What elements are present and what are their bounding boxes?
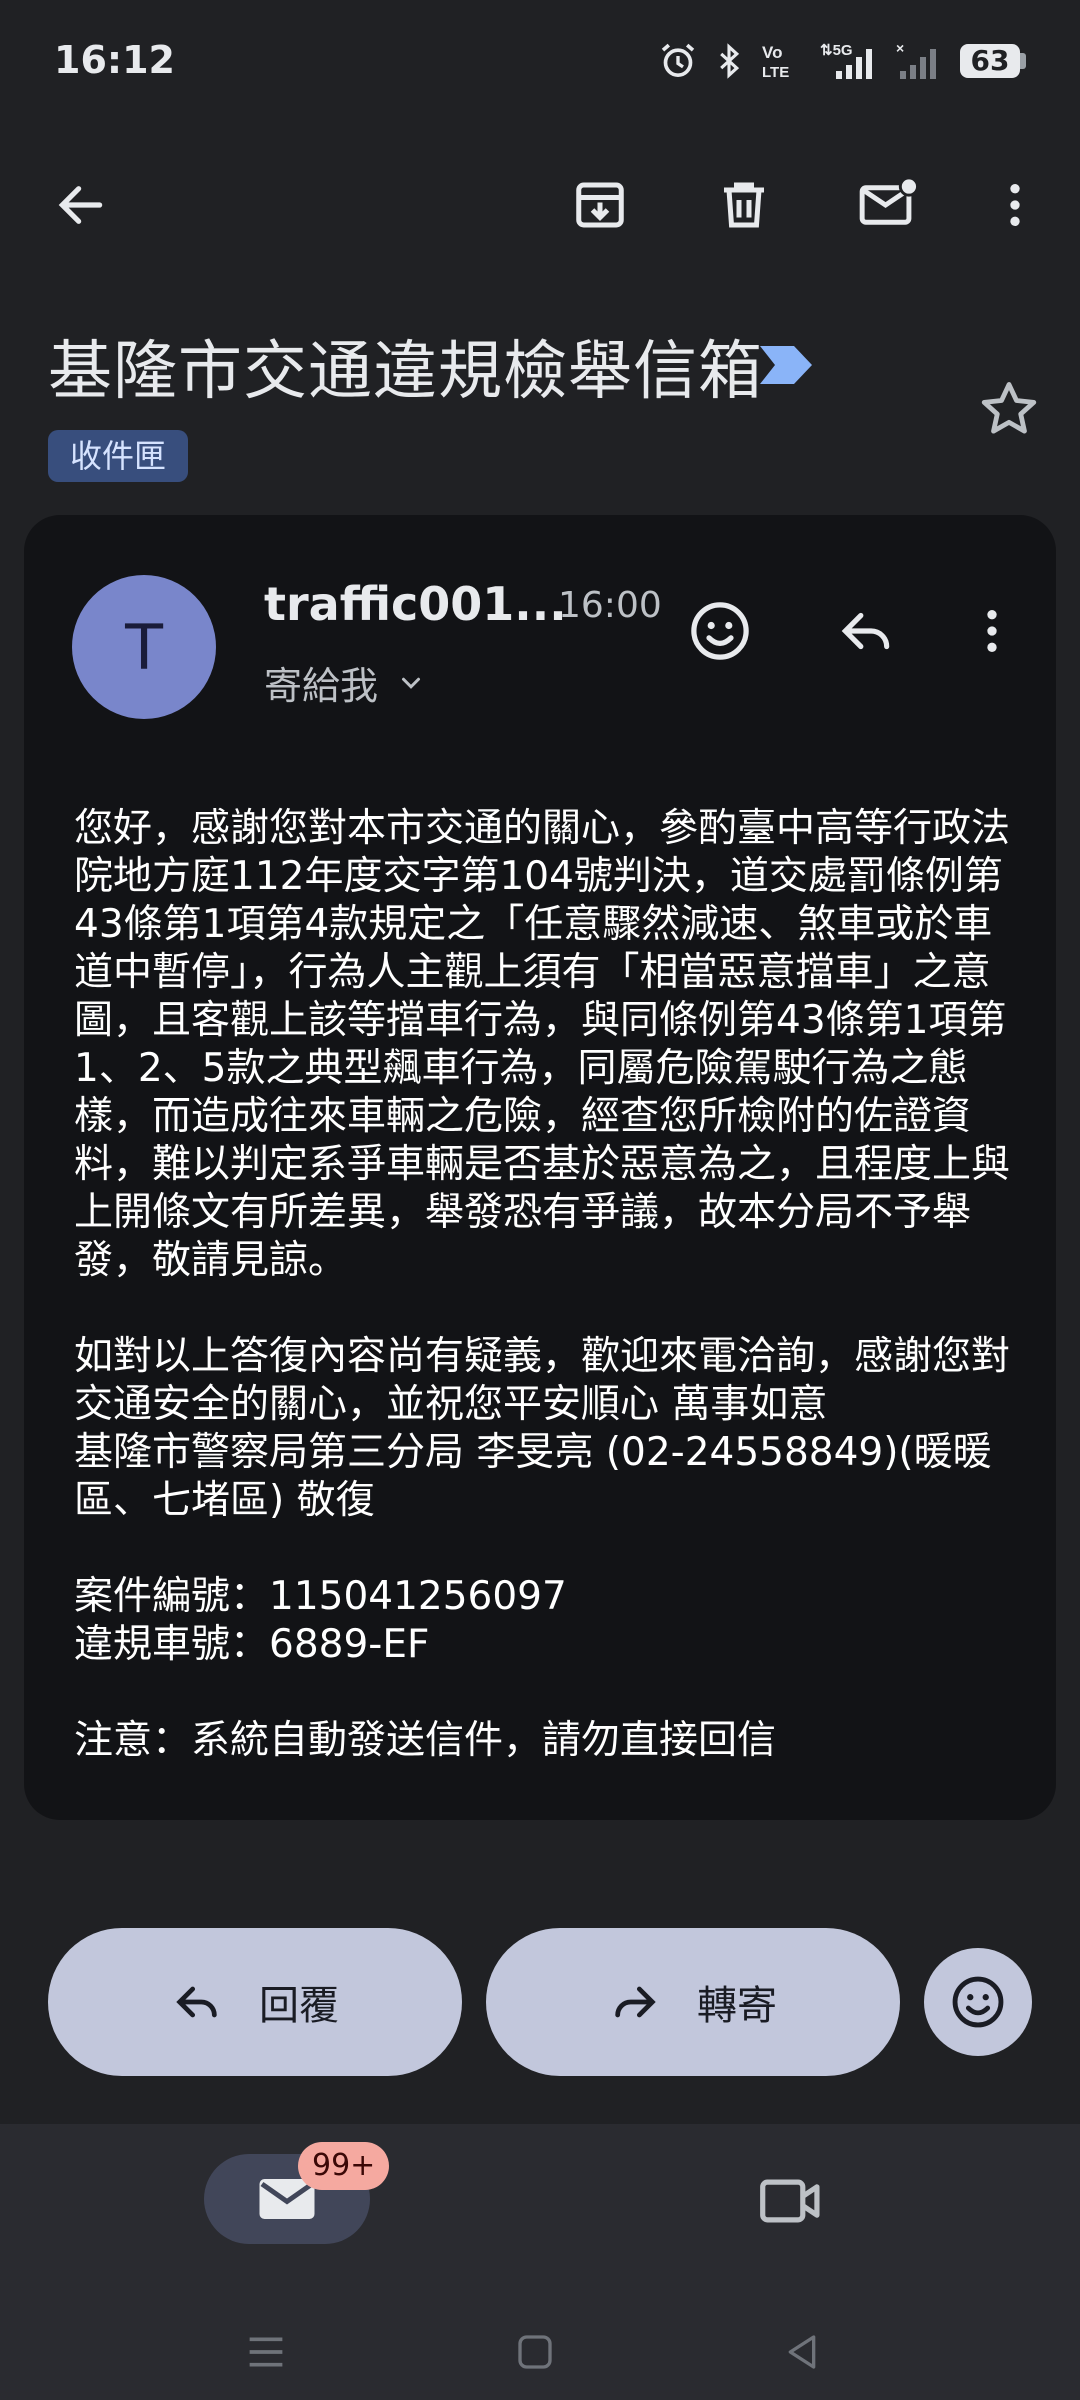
svg-text:LTE: LTE (762, 64, 789, 81)
add-reaction-button[interactable] (674, 585, 766, 677)
reply-label: 回覆 (259, 1983, 339, 2029)
mark-unread-icon (859, 176, 920, 225)
arrow-back-icon (58, 186, 103, 224)
system-home-button[interactable] (495, 2312, 575, 2392)
menu-lines-icon (249, 2337, 283, 2367)
signal-5g-icon: ⇅5G (820, 42, 872, 79)
mark-unread-button[interactable] (833, 150, 943, 260)
reply-icon (176, 1986, 217, 2018)
svg-text:⇅5G: ⇅5G (820, 42, 853, 59)
sender-name[interactable]: traffic001... (264, 577, 567, 631)
reply-button[interactable] (820, 585, 912, 677)
signal-icon: × (896, 41, 936, 79)
bottom-navigation: 99+ (0, 2124, 1080, 2400)
emoji-icon (952, 1976, 1004, 2028)
star-icon (981, 382, 1037, 434)
reply-action-button[interactable]: 回覆 (48, 1928, 462, 2076)
battery-level: 63 (970, 44, 1010, 77)
emoji-icon (691, 602, 749, 660)
square-icon (518, 2335, 552, 2369)
forward-action-button[interactable]: 轉寄 (486, 1928, 900, 2076)
message-card: T traffic001... 16:00 寄給我 您好，感謝您對本市交通的關心… (24, 515, 1056, 1820)
message-body: 您好，感謝您對本市交通的關心，參酌臺中高等行政法院地方庭112年度交字第104號… (74, 805, 1024, 1765)
unread-count-badge: 99+ (298, 2142, 390, 2190)
status-time: 16:12 (54, 38, 175, 82)
system-recents-button[interactable] (226, 2312, 306, 2392)
delete-icon (724, 182, 764, 228)
status-bar: 16:12 Vo LTE ⇅5G × 63 (0, 0, 1080, 124)
emoji-reaction-button[interactable] (924, 1948, 1032, 2056)
archive-button[interactable] (545, 150, 655, 260)
forward-icon (615, 1986, 656, 2018)
more-options-button[interactable] (960, 150, 1070, 260)
status-icons: Vo LTE ⇅5G × 63 (658, 38, 1026, 84)
avatar[interactable]: T (72, 575, 216, 719)
inbox-label-chip[interactable]: 收件匣 (48, 430, 189, 482)
bluetooth-icon (720, 43, 740, 79)
svg-text:Vo: Vo (762, 43, 782, 62)
forward-label: 轉寄 (697, 1983, 777, 2029)
back-button[interactable] (26, 150, 136, 260)
important-marker-icon[interactable] (756, 342, 816, 388)
nav-meet-tab[interactable] (746, 2164, 836, 2238)
message-more-button[interactable] (946, 585, 1038, 677)
more-vert-icon (1010, 184, 1020, 226)
system-back-button[interactable] (762, 2312, 842, 2392)
star-button[interactable] (972, 372, 1046, 446)
battery-icon: 63 (960, 44, 1026, 78)
reply-icon (841, 612, 890, 650)
more-vert-icon (987, 610, 997, 652)
chevron-down-icon (402, 677, 421, 689)
video-camera-icon (760, 2179, 820, 2223)
message-time: 16:00 (558, 585, 662, 626)
svg-text:×: × (896, 41, 904, 56)
top-toolbar (0, 150, 1080, 260)
body-paragraph: 您好，感謝您對本市交通的關心，參酌臺中高等行政法院地方庭112年度交字第104號… (74, 806, 1011, 1283)
email-subject: 基隆市交通違規檢舉信箱 (48, 335, 763, 409)
recipient-details-toggle[interactable]: 寄給我 (264, 655, 426, 710)
body-paragraph: 案件編號：115041256097 違規車號：6889-EF (74, 1574, 567, 1667)
recipient-label: 寄給我 (264, 664, 379, 708)
archive-icon (576, 182, 624, 228)
volte-icon: Vo LTE (762, 43, 789, 81)
alarm-icon (661, 43, 695, 77)
triangle-back-icon (788, 2335, 816, 2369)
body-paragraph: 注意：系統自動發送信件，請勿直接回信 (74, 1718, 777, 1763)
body-paragraph: 如對以上答復內容尚有疑義，歡迎來電洽詢，感謝您對交通安全的關心，並祝您平安順心 … (74, 1334, 1011, 1523)
delete-button[interactable] (689, 150, 799, 260)
